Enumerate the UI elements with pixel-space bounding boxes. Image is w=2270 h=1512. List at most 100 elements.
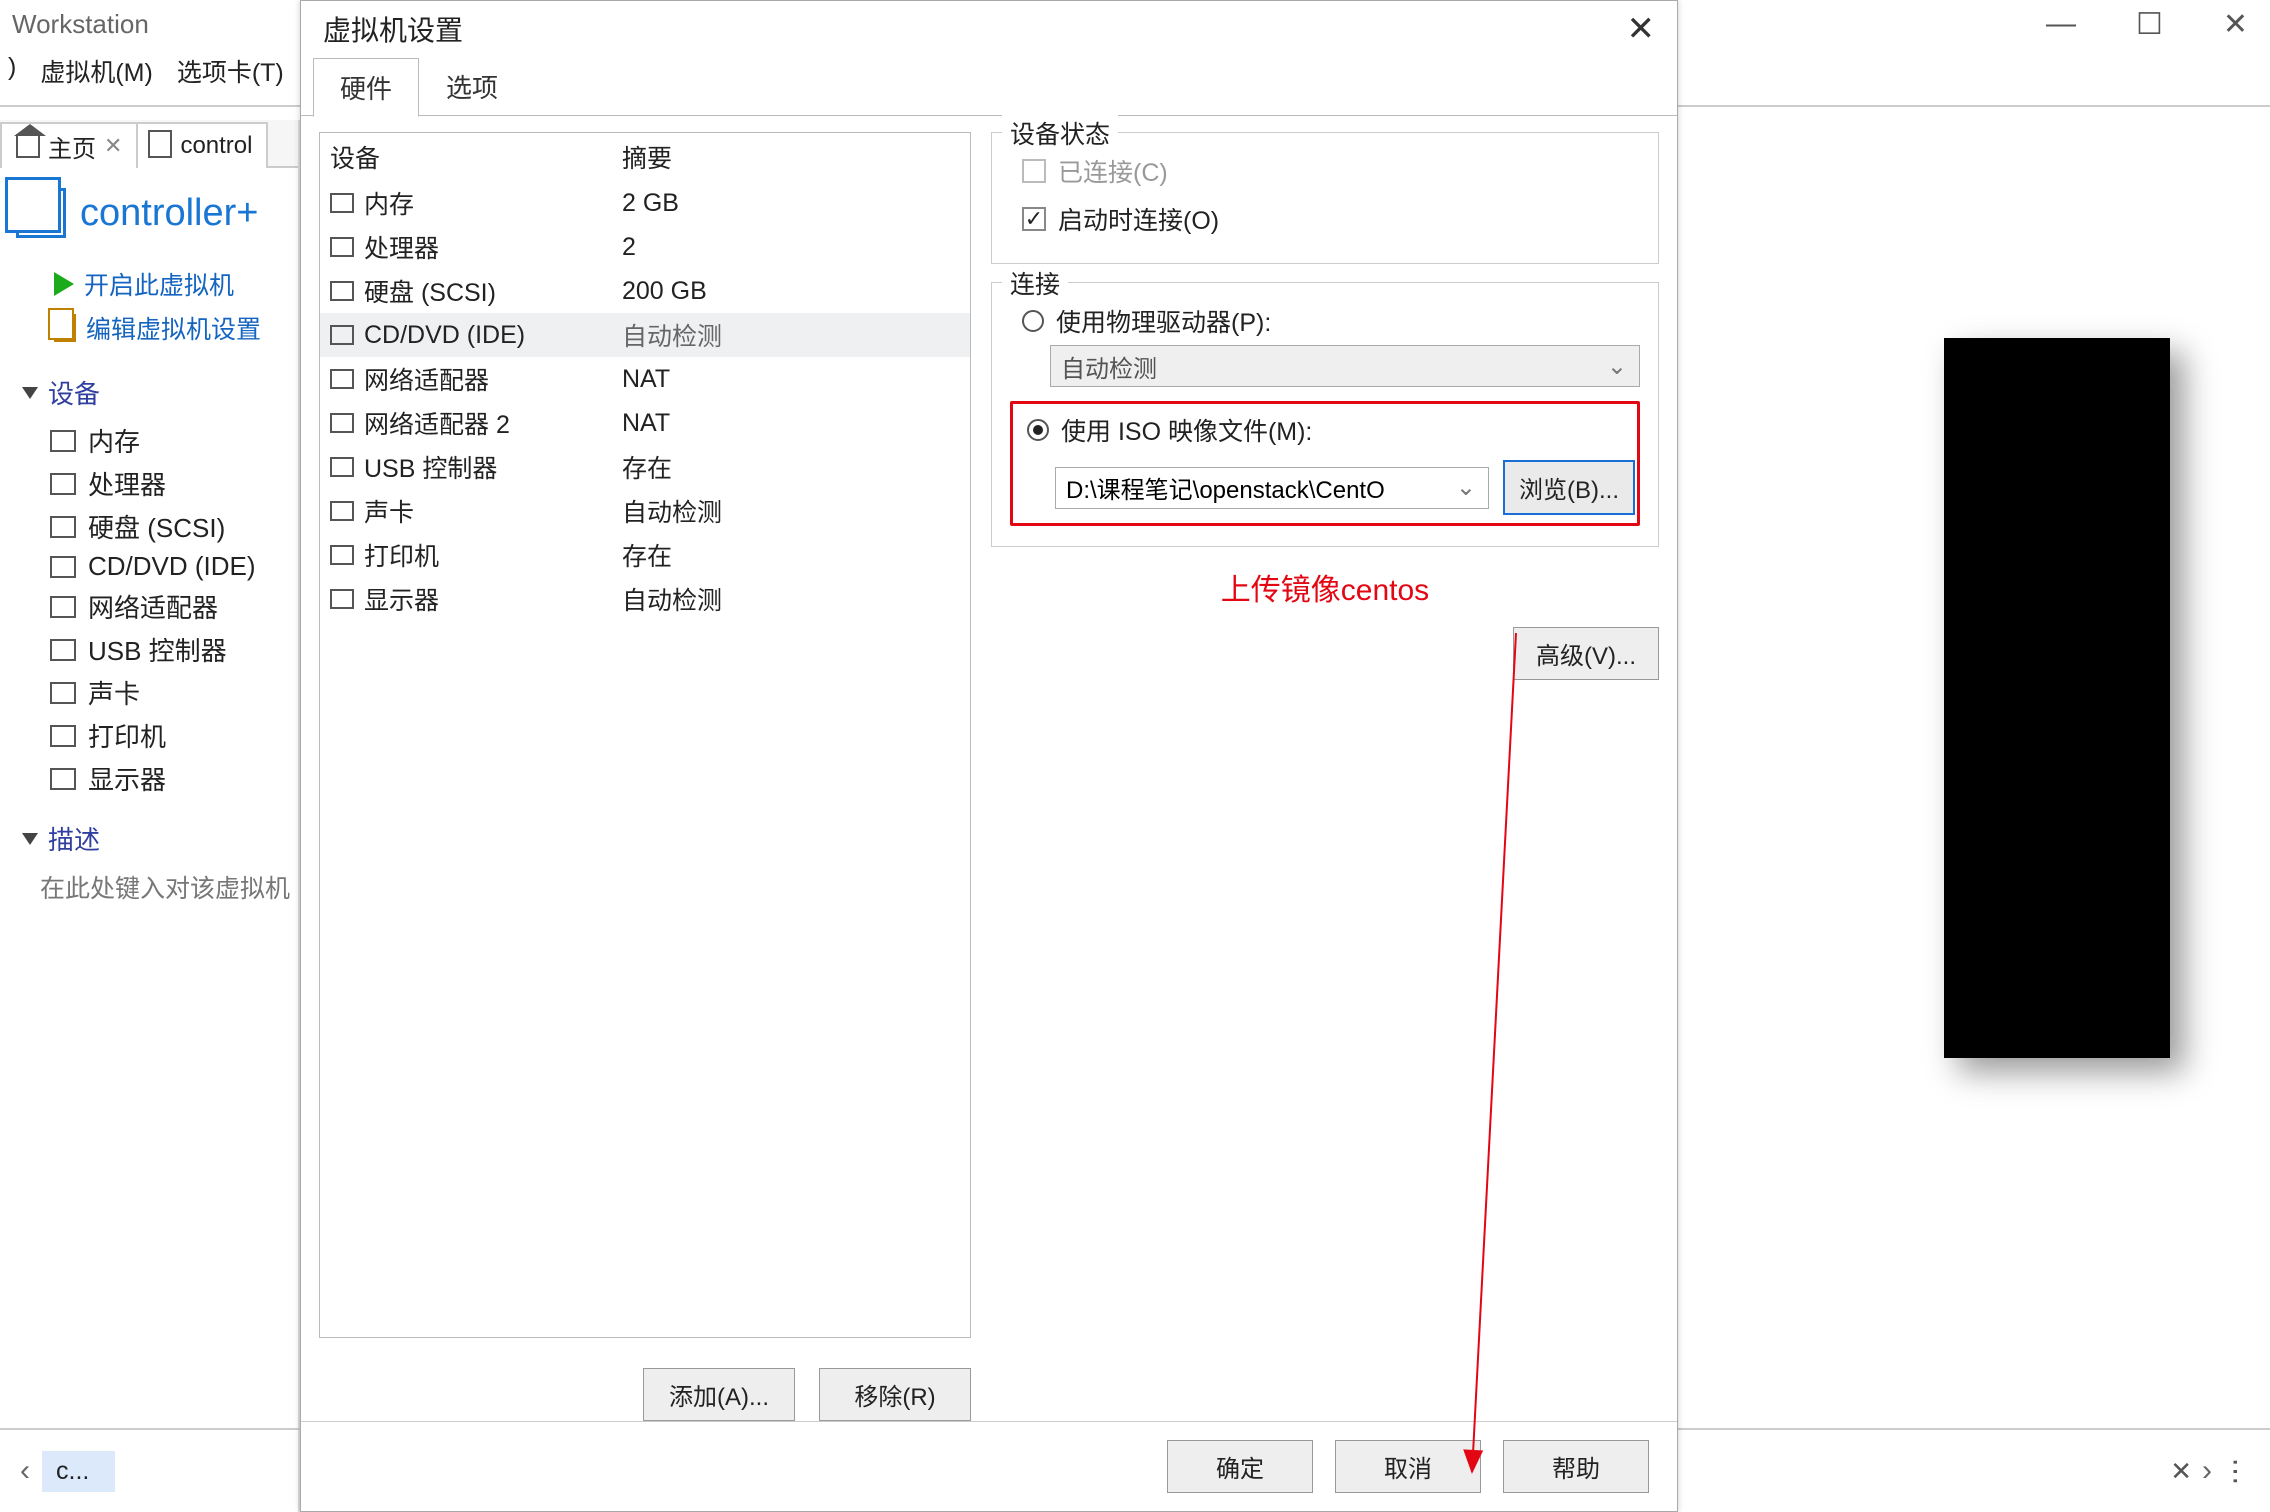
action-power-on[interactable]: 开启此虚拟机 — [54, 262, 274, 306]
table-row[interactable]: 网络适配器 2 NAT — [320, 401, 970, 445]
cancel-button[interactable]: 取消 — [1335, 1440, 1481, 1493]
device-label: CD/DVD (IDE) — [88, 551, 256, 582]
cell: 声卡 — [364, 493, 414, 529]
cell: NAT — [612, 401, 970, 445]
connection-group: 连接 使用物理驱动器(P): ⌄ 使用 IS — [991, 282, 1659, 547]
tab-hardware[interactable]: 硬件 — [313, 58, 419, 117]
dialog-title: 虚拟机设置 — [323, 9, 463, 49]
cell: 2 — [612, 225, 970, 269]
panel-close-icon[interactable]: ✕ — [2170, 1456, 2192, 1487]
cell: 显示器 — [364, 581, 439, 617]
help-button[interactable]: 帮助 — [1503, 1440, 1649, 1493]
add-button[interactable]: 添加(A)... — [643, 1368, 795, 1421]
vm-icon — [152, 134, 172, 158]
menu-tabs[interactable]: 选项卡(T) — [169, 53, 292, 89]
ok-button[interactable]: 确定 — [1167, 1440, 1313, 1493]
cell: NAT — [612, 357, 970, 401]
display-icon — [50, 768, 76, 790]
cd-icon — [330, 325, 354, 345]
caret-icon — [22, 387, 38, 399]
disk-icon — [50, 516, 76, 538]
group-title: 设备状态 — [1002, 115, 1118, 151]
cell: CD/DVD (IDE) — [364, 321, 525, 350]
chevron-left-icon[interactable]: ‹ — [20, 1454, 30, 1488]
list-item[interactable]: 显示器 — [50, 757, 298, 800]
table-row[interactable]: USB 控制器存在 — [320, 445, 970, 489]
list-item[interactable]: 处理器 — [50, 462, 298, 505]
list-item[interactable]: 网络适配器 — [50, 585, 298, 628]
remove-button[interactable]: 移除(R) — [819, 1368, 971, 1421]
play-icon — [54, 272, 74, 296]
annotation-highlight: 使用 ISO 映像文件(M): ⌄ 浏览(B)... — [1010, 401, 1640, 526]
cell: 网络适配器 2 — [364, 405, 510, 441]
advanced-button[interactable]: 高级(V)... — [1513, 627, 1659, 680]
table-row[interactable]: 处理器 2 — [320, 225, 970, 269]
table-row[interactable]: 内存2 GB — [320, 181, 970, 225]
cell: 网络适配器 — [364, 361, 489, 397]
label-physical-drive: 使用物理驱动器(P): — [1056, 303, 1271, 339]
list-item[interactable]: 硬盘 (SCSI) — [50, 505, 298, 548]
list-item[interactable]: 内存 — [50, 419, 298, 462]
table-row[interactable]: 打印机 存在 — [320, 533, 970, 577]
tab-controller[interactable]: control — [136, 122, 268, 168]
list-item[interactable]: 打印机 — [50, 714, 298, 757]
tab-options[interactable]: 选项 — [419, 57, 525, 116]
more-icon[interactable]: ⋯ — [2220, 1457, 2253, 1485]
iso-path-input[interactable] — [1056, 468, 1444, 508]
cell: 打印机 — [364, 537, 439, 573]
maximize-icon[interactable]: ☐ — [2136, 7, 2163, 42]
table-row[interactable]: CD/DVD (IDE)自动检测 — [320, 313, 970, 357]
label-iso-file: 使用 ISO 映像文件(M): — [1061, 412, 1312, 448]
menu-vm[interactable]: 虚拟机(M) — [32, 53, 160, 89]
device-label: 打印机 — [88, 717, 166, 754]
tab-home[interactable]: 主页 ✕ — [0, 122, 138, 168]
arrow-head-icon — [1462, 1449, 1483, 1474]
device-label: 网络适配器 — [88, 588, 218, 625]
usb-icon — [330, 457, 354, 477]
network-icon — [330, 369, 354, 389]
cell: 200 GB — [612, 269, 970, 313]
minimize-icon[interactable]: — — [2046, 7, 2076, 42]
checkbox-connect-on-start[interactable] — [1022, 207, 1046, 231]
browse-button[interactable]: 浏览(B)... — [1503, 460, 1635, 515]
sound-icon — [50, 682, 76, 704]
radio-physical-drive[interactable] — [1022, 310, 1044, 332]
section-devices-header[interactable]: 设备 — [0, 360, 298, 417]
tab-close-icon[interactable]: ✕ — [104, 133, 122, 159]
memory-icon — [50, 430, 76, 452]
network-icon — [50, 596, 76, 618]
menu-close-paren[interactable]: ) — [0, 53, 24, 89]
chevron-right-icon[interactable]: › — [2202, 1454, 2212, 1488]
section-devices-label: 设备 — [48, 374, 100, 411]
cell: 硬盘 (SCSI) — [364, 273, 496, 309]
table-row[interactable]: 声卡自动检测 — [320, 489, 970, 533]
cell: 处理器 — [364, 229, 439, 265]
table-row[interactable]: 硬盘 (SCSI) 200 GB — [320, 269, 970, 313]
vm-preview — [1944, 338, 2170, 1058]
list-item[interactable]: 声卡 — [50, 671, 298, 714]
table-row[interactable]: 网络适配器 NAT — [320, 357, 970, 401]
tab-home-label: 主页 — [48, 129, 96, 164]
printer-icon — [50, 725, 76, 747]
radio-iso-file[interactable] — [1027, 419, 1049, 441]
table-row[interactable]: 显示器 自动检测 — [320, 577, 970, 621]
col-summary: 摘要 — [612, 133, 970, 181]
cell: 自动检测 — [612, 577, 970, 621]
action-edit-label: 编辑虚拟机设置 — [86, 310, 261, 346]
description-placeholder[interactable]: 在此处键入对该虚拟机 — [0, 863, 298, 905]
iso-path-combo[interactable]: ⌄ — [1055, 467, 1489, 509]
label-connected: 已连接(C) — [1058, 153, 1168, 189]
chevron-down-icon[interactable]: ⌄ — [1444, 473, 1488, 502]
list-item[interactable]: CD/DVD (IDE) — [50, 548, 298, 585]
physical-drive-value — [1051, 346, 1595, 386]
group-title: 连接 — [1002, 265, 1068, 301]
tab-controller-label: control — [180, 132, 252, 160]
action-edit-settings[interactable]: 编辑虚拟机设置 — [54, 306, 274, 350]
section-desc-header[interactable]: 描述 — [0, 806, 298, 863]
dialog-close-icon[interactable]: ✕ — [1627, 9, 1656, 49]
device-label: 内存 — [88, 422, 140, 459]
list-item[interactable]: USB 控制器 — [50, 628, 298, 671]
cell: 存在 — [612, 533, 970, 577]
close-icon[interactable]: ✕ — [2223, 7, 2248, 42]
bottom-item[interactable]: c... — [42, 1451, 115, 1492]
